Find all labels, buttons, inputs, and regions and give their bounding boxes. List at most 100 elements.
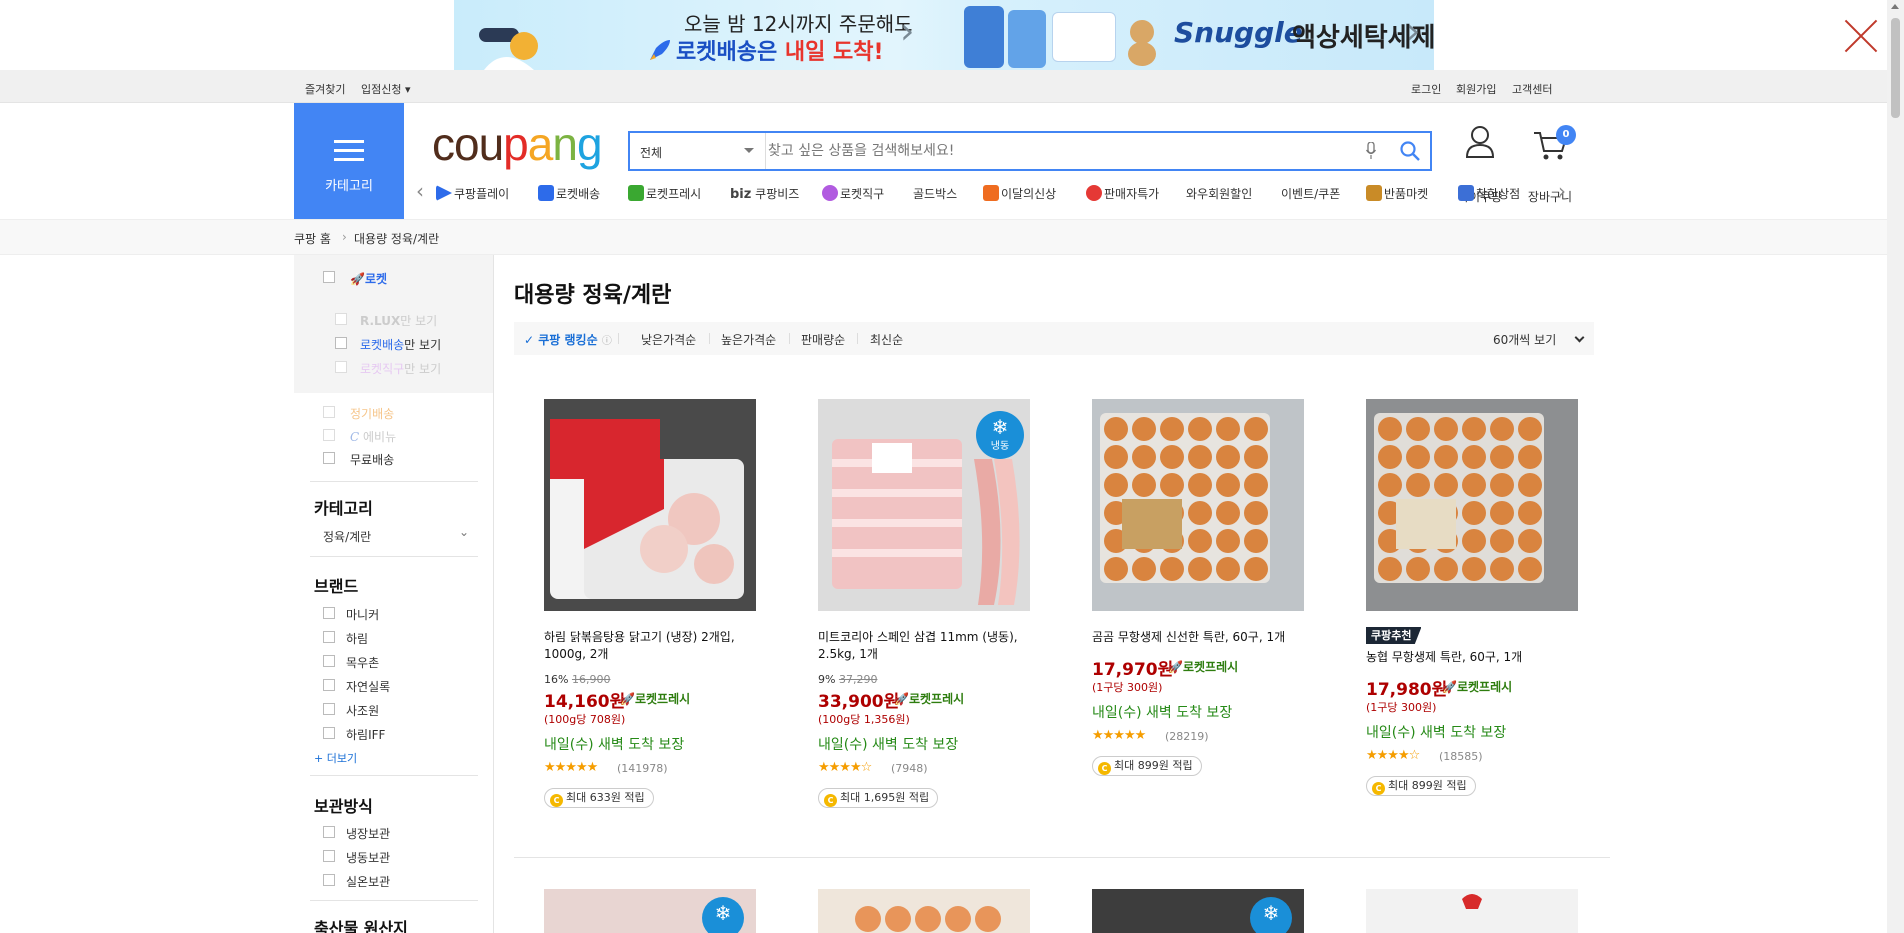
- product-card[interactable]: ❄ 냉동 미트코리아 스페인 삼겹 11mm (냉동), 2.5kg, 1개 9…: [818, 399, 1058, 819]
- category-filter-value[interactable]: 정육/계란: [323, 528, 371, 545]
- review-count: (141978): [617, 762, 668, 775]
- scrollbar-thumb[interactable]: [1891, 18, 1900, 118]
- search-category-select[interactable]: 전체: [630, 133, 766, 169]
- rocket-checkbox[interactable]: [323, 271, 335, 283]
- arrival-guarantee: 내일(수) 새벽 도착 보장: [1366, 725, 1507, 741]
- nav-coupang-biz[interactable]: biz 쿠팡비즈: [730, 185, 799, 202]
- nav-rocket-delivery[interactable]: 로켓배송: [538, 185, 600, 202]
- nav-next-arrow-icon[interactable]: ›: [1558, 181, 1566, 201]
- product-name[interactable]: 농협 무항생제 특란, 60구, 1개: [1366, 649, 1596, 666]
- egg: [1378, 417, 1402, 441]
- chevron-down-icon[interactable]: ⌄: [459, 525, 469, 539]
- nav-prev-arrow-icon[interactable]: ‹: [416, 181, 424, 201]
- brand-checkbox[interactable]: [323, 703, 335, 715]
- top-ad-banner[interactable]: 오늘 밤 12시까지 주문해도 로켓배송은 내일 도착! › Snuggle 액…: [454, 0, 1434, 70]
- product-card[interactable]: 곰곰 무항생제 신선한 특란, 60구, 1개 17,970원 🚀로켓프레시 (…: [1092, 399, 1332, 819]
- nav-new-arrivals[interactable]: 이달의신상: [983, 185, 1056, 202]
- product-image[interactable]: ❄ 냉동: [818, 399, 1030, 611]
- sort-low-price[interactable]: 낮은가격순: [641, 331, 696, 348]
- sort-sales[interactable]: 판매량순: [801, 331, 845, 348]
- storage-checkbox[interactable]: [323, 850, 335, 862]
- ad-next-arrow-icon[interactable]: ›: [900, 14, 914, 50]
- sort-high-price[interactable]: 높은가격순: [721, 331, 776, 348]
- storage-option: 냉장보관: [346, 827, 391, 841]
- nav-wow-discount[interactable]: 와우회원할인: [1186, 185, 1252, 202]
- review-count: (28219): [1165, 730, 1209, 743]
- coupang-logo[interactable]: coupang: [432, 121, 603, 167]
- product-image[interactable]: [1092, 399, 1304, 611]
- bookmark-link[interactable]: 즐겨찾기: [305, 81, 345, 97]
- egg: [1518, 417, 1542, 441]
- search-icon[interactable]: [1400, 141, 1420, 161]
- scroll-up-arrow-icon[interactable]: [1891, 4, 1899, 9]
- product-card[interactable]: 하림 닭볶음탕용 닭고기 (냉장) 2개입, 1000g, 2개 16% 16,…: [544, 399, 784, 819]
- rlux-checkbox[interactable]: [335, 313, 347, 325]
- product-name[interactable]: 미트코리아 스페인 삼겹 11mm (냉동), 2.5kg, 1개: [818, 629, 1048, 663]
- sort-newest[interactable]: 최신순: [870, 331, 903, 348]
- avenue-checkbox[interactable]: [323, 429, 335, 441]
- product-name[interactable]: 곰곰 무항생제 신선한 특란, 60구, 1개: [1092, 629, 1322, 646]
- product-image[interactable]: [1366, 399, 1578, 611]
- product-image[interactable]: [1366, 889, 1578, 933]
- subscription-checkbox[interactable]: [323, 406, 335, 418]
- rocket-icon: 🚀: [1168, 660, 1183, 674]
- breadcrumb-home[interactable]: 쿠팡 홈: [294, 230, 331, 247]
- search-input[interactable]: [768, 135, 1358, 167]
- egg: [1188, 445, 1212, 469]
- points-badge: C 최대 899원 적립: [1366, 776, 1476, 796]
- close-icon[interactable]: [1843, 18, 1879, 54]
- product-name[interactable]: 하림 닭볶음탕용 닭고기 (냉장) 2개입, 1000g, 2개: [544, 629, 774, 663]
- egg: [1518, 501, 1542, 525]
- breadcrumb-current[interactable]: 대용량 정육/계란: [354, 230, 439, 247]
- customer-center-link[interactable]: 고객센터: [1512, 81, 1552, 97]
- nav-seller-deals[interactable]: 판매자특가: [1086, 185, 1159, 202]
- product-image[interactable]: ❄: [544, 889, 756, 933]
- free-shipping-checkbox[interactable]: [323, 452, 335, 464]
- review-count: (18585): [1439, 750, 1483, 763]
- storage-checkbox[interactable]: [323, 826, 335, 838]
- chevron-down-icon[interactable]: [1574, 332, 1585, 343]
- info-icon[interactable]: ⓘ: [602, 336, 612, 347]
- egg-tray: [1100, 413, 1270, 583]
- top-ad-row: 오늘 밤 12시까지 주문해도 로켓배송은 내일 도착! › Snuggle 액…: [0, 0, 1887, 70]
- storage-checkbox[interactable]: [323, 874, 335, 886]
- per-page-select[interactable]: 60개씩 보기: [1493, 331, 1556, 348]
- brand-checkbox[interactable]: [323, 679, 335, 691]
- egg: [1188, 557, 1212, 581]
- discount-row: 16% 16,900: [544, 673, 611, 686]
- microphone-icon[interactable]: [1366, 142, 1376, 160]
- review-count: (7948): [891, 762, 928, 775]
- product-image[interactable]: [818, 889, 1030, 933]
- product-price: 33,900원: [818, 692, 900, 712]
- brand-checkbox[interactable]: [323, 607, 335, 619]
- nav-good-store[interactable]: 착한상점: [1458, 185, 1520, 202]
- rocket-direct-icon: [822, 185, 838, 201]
- subscription-filter-label: 정기배송: [350, 407, 395, 421]
- ad-next-arrow-icon[interactable]: ›: [1406, 14, 1420, 50]
- product-card[interactable]: 쿠팡추천 농협 무항생제 특란, 60구, 1개 17,980원 🚀로켓프레시 …: [1366, 399, 1606, 819]
- sort-ranking[interactable]: ✓ 쿠팡 랭킹순 ⓘ: [524, 331, 612, 348]
- brand-checkbox[interactable]: [323, 655, 335, 667]
- nav-coupang-play[interactable]: 쿠팡플레이: [436, 185, 509, 202]
- brand-checkbox[interactable]: [323, 631, 335, 643]
- category-menu-button[interactable]: 카테고리: [294, 103, 404, 219]
- product-image[interactable]: [544, 399, 756, 611]
- product-image[interactable]: ❄: [1092, 889, 1304, 933]
- nav-return-market[interactable]: 반품마켓: [1366, 185, 1428, 202]
- login-link[interactable]: 로그인: [1411, 81, 1441, 97]
- page-scrollbar[interactable]: [1887, 0, 1904, 933]
- brand-more-link[interactable]: + 더보기: [314, 750, 357, 766]
- nav-goldbox[interactable]: 골드박스: [913, 185, 957, 202]
- mycoupang-button[interactable]: 마이쿠팡: [1450, 125, 1510, 204]
- rocket-delivery-checkbox[interactable]: [335, 337, 347, 349]
- seller-apply-link[interactable]: 입점신청 ▾: [361, 81, 411, 97]
- cart-button[interactable]: 0 장바구니: [1520, 125, 1580, 204]
- nav-events-coupons[interactable]: 이벤트/쿠폰: [1281, 185, 1340, 202]
- brand-option: 사조원: [346, 704, 380, 718]
- nav-rocket-direct[interactable]: 로켓직구: [822, 185, 884, 202]
- signup-link[interactable]: 회원가입: [1456, 81, 1496, 97]
- product-price: 17,980원: [1366, 680, 1448, 700]
- brand-checkbox[interactable]: [323, 727, 335, 739]
- rocket-direct-checkbox[interactable]: [335, 361, 347, 373]
- nav-rocket-fresh[interactable]: 로켓프레시: [628, 185, 701, 202]
